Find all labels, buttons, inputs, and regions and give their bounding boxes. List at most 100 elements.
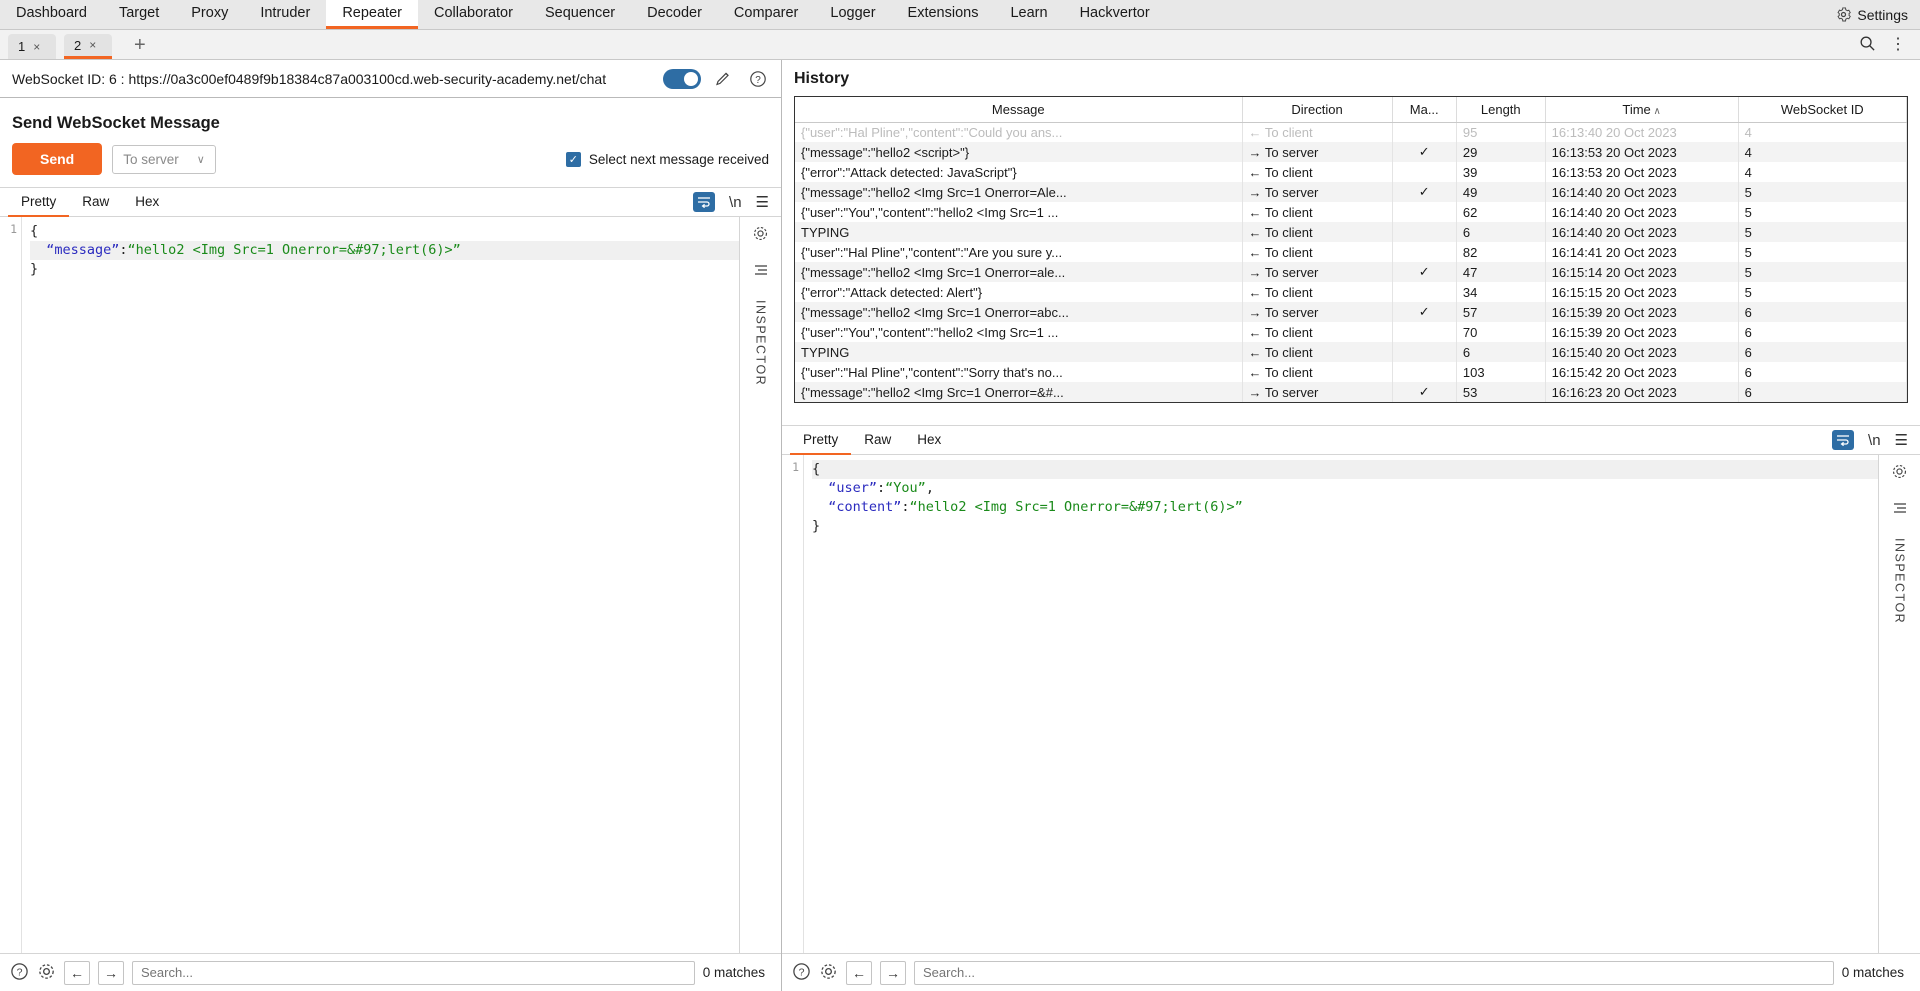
history-row[interactable]: {"message":"hello2 <Img Src=1 Onerror=Al…: [795, 182, 1907, 202]
request-tab-hex[interactable]: Hex: [122, 187, 172, 217]
nav-item-target[interactable]: Target: [103, 0, 175, 29]
question-mark-icon[interactable]: ?: [792, 962, 811, 984]
close-icon[interactable]: ×: [89, 38, 96, 52]
history-cell-matched: [1392, 122, 1456, 142]
history-row[interactable]: {"message":"hello2 <script>"}→ To server…: [795, 142, 1907, 162]
search-next-button[interactable]: →: [98, 961, 124, 985]
search-prev-button[interactable]: ←: [64, 961, 90, 985]
history-cell-length: 47: [1456, 262, 1545, 282]
history-row[interactable]: {"user":"You","content":"hello2 <Img Src…: [795, 202, 1907, 222]
history-cell-message: TYPING: [795, 342, 1242, 362]
collapse-panel-icon[interactable]: [753, 263, 769, 280]
history-row[interactable]: TYPING← To client616:15:40 20 Oct 20236: [795, 342, 1907, 362]
search-next-button[interactable]: →: [880, 961, 906, 985]
gear-icon[interactable]: [1836, 7, 1851, 22]
history-cell-message: {"message":"hello2 <Img Src=1 Onerror=Al…: [795, 182, 1242, 202]
history-row[interactable]: {"message":"hello2 <Img Src=1 Onerror=ab…: [795, 302, 1907, 322]
collapse-panel-icon[interactable]: [1892, 501, 1908, 518]
nav-item-comparer[interactable]: Comparer: [718, 0, 814, 29]
search-input[interactable]: [132, 961, 695, 985]
history-column-length[interactable]: Length: [1456, 97, 1545, 122]
question-mark-icon[interactable]: ?: [10, 962, 29, 984]
nav-item-proxy[interactable]: Proxy: [175, 0, 244, 29]
history-column-websocketid[interactable]: WebSocket ID: [1738, 97, 1906, 122]
history-row[interactable]: TYPING← To client616:14:40 20 Oct 20235: [795, 222, 1907, 242]
word-wrap-icon[interactable]: [1832, 430, 1854, 450]
nav-item-extensions[interactable]: Extensions: [892, 0, 995, 29]
newline-toggle-icon[interactable]: \n: [729, 194, 742, 211]
nav-item-dashboard[interactable]: Dashboard: [0, 0, 103, 29]
request-tab-raw[interactable]: Raw: [69, 187, 122, 217]
hamburger-menu-icon[interactable]: ☰: [756, 193, 769, 211]
newline-toggle-icon[interactable]: \n: [1868, 432, 1881, 449]
response-code-editor[interactable]: 1 { “user”:“You”, “content”:“hello2 <Img…: [782, 455, 1878, 953]
code-line: “user”:“You”,: [812, 479, 1878, 498]
history-column-ma[interactable]: Ma...: [1392, 97, 1456, 122]
request-tab-pretty[interactable]: Pretty: [8, 187, 69, 217]
history-row[interactable]: {"message":"hello2 <Img Src=1 Onerror=al…: [795, 262, 1907, 282]
history-column-label: Direction: [1291, 102, 1342, 117]
nav-item-hackvertor[interactable]: Hackvertor: [1064, 0, 1166, 29]
response-tab-pretty[interactable]: Pretty: [790, 425, 851, 455]
repeater-tab-2[interactable]: 2×: [64, 34, 112, 59]
nav-item-decoder[interactable]: Decoder: [631, 0, 718, 29]
kebab-menu-icon[interactable]: ⋮: [1890, 40, 1906, 50]
history-row[interactable]: {"user":"You","content":"hello2 <Img Src…: [795, 322, 1907, 342]
search-prev-button[interactable]: ←: [846, 961, 872, 985]
pencil-icon[interactable]: [713, 68, 735, 90]
request-code-editor[interactable]: 1 { “message”:“hello2 <Img Src=1 Onerror…: [0, 217, 739, 953]
hamburger-menu-icon[interactable]: ☰: [1895, 431, 1908, 449]
nav-right-cluster: Settings: [1836, 0, 1920, 29]
response-inspector-rail: INSPECTOR: [1878, 455, 1920, 953]
history-column-time[interactable]: Time ∧: [1545, 97, 1738, 122]
history-column-message[interactable]: Message: [795, 97, 1242, 122]
nav-item-repeater[interactable]: Repeater: [326, 0, 418, 29]
nav-item-collaborator[interactable]: Collaborator: [418, 0, 529, 29]
request-search-bar: ? ← → 0 matches: [0, 953, 781, 991]
select-next-checkbox[interactable]: ✓: [566, 152, 581, 167]
history-cell-length: 53: [1456, 382, 1545, 402]
history-row[interactable]: {"error":"Attack detected: Alert"}← To c…: [795, 282, 1907, 302]
response-tab-raw[interactable]: Raw: [851, 425, 904, 455]
history-row[interactable]: {"error":"Attack detected: JavaScript"}←…: [795, 162, 1907, 182]
inspector-label[interactable]: INSPECTOR: [754, 300, 768, 386]
question-mark-icon[interactable]: ?: [747, 68, 769, 90]
history-cell-length: 49: [1456, 182, 1545, 202]
history-table-container[interactable]: Message Direction Ma...LengthTime ∧WebSock…: [794, 96, 1908, 403]
gear-icon[interactable]: [1891, 463, 1908, 483]
settings-label[interactable]: Settings: [1857, 7, 1908, 23]
history-cell-direction: → To server: [1242, 382, 1392, 402]
response-code-content[interactable]: { “user”:“You”, “content”:“hello2 <Img S…: [804, 455, 1878, 953]
nav-item-intruder[interactable]: Intruder: [244, 0, 326, 29]
nav-item-logger[interactable]: Logger: [814, 0, 891, 29]
gear-icon[interactable]: [37, 962, 56, 984]
history-row[interactable]: {"user":"Hal Pline","content":"Sorry tha…: [795, 362, 1907, 382]
request-code-content[interactable]: { “message”:“hello2 <Img Src=1 Onerror=&…: [22, 217, 739, 953]
history-cell-message: {"error":"Attack detected: Alert"}: [795, 282, 1242, 302]
repeater-tab-1[interactable]: 1×: [8, 34, 56, 59]
history-cell-direction: → To server: [1242, 182, 1392, 202]
search-icon[interactable]: [1859, 35, 1876, 55]
close-icon[interactable]: ×: [33, 40, 40, 54]
history-row[interactable]: {"user":"You","content":"hello2 <Img Src…: [795, 402, 1907, 403]
response-tab-hex[interactable]: Hex: [904, 425, 954, 455]
history-row[interactable]: {"message":"hello2 <Img Src=1 Onerror=&#…: [795, 382, 1907, 402]
inspector-label[interactable]: INSPECTOR: [1893, 538, 1907, 624]
nav-item-learn[interactable]: Learn: [994, 0, 1063, 29]
gear-icon[interactable]: [752, 225, 769, 245]
websocket-header: WebSocket ID: 6 : https://0a3c00ef0489f9…: [0, 60, 781, 98]
history-cell-message: {"error":"Attack detected: JavaScript"}: [795, 162, 1242, 182]
direction-select[interactable]: To server ∨: [112, 145, 216, 174]
new-tab-button[interactable]: +: [126, 34, 154, 59]
intercept-toggle[interactable]: [663, 69, 701, 89]
history-row[interactable]: {"user":"Hal Pline","content":"Could you…: [795, 122, 1907, 142]
history-column-direction[interactable]: Direction: [1242, 97, 1392, 122]
gear-icon[interactable]: [819, 962, 838, 984]
word-wrap-icon[interactable]: [693, 192, 715, 212]
history-cell-matched: [1392, 242, 1456, 262]
send-button[interactable]: Send: [12, 143, 102, 175]
history-row[interactable]: {"user":"Hal Pline","content":"Are you s…: [795, 242, 1907, 262]
nav-item-sequencer[interactable]: Sequencer: [529, 0, 631, 29]
select-next-message-option[interactable]: ✓ Select next message received: [566, 152, 769, 167]
search-input[interactable]: [914, 961, 1834, 985]
